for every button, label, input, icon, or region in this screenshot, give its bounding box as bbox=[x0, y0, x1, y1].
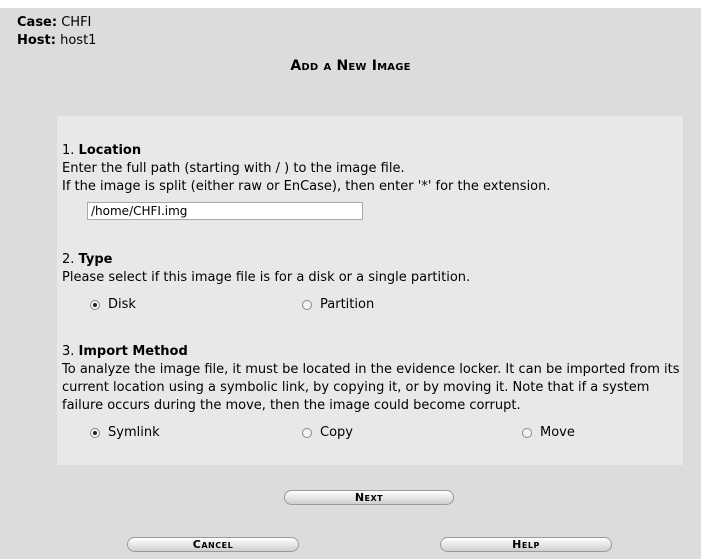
import-number: 3. bbox=[62, 344, 75, 359]
form-panel: 1. Location Enter the full path (startin… bbox=[57, 116, 683, 465]
type-number: 2. bbox=[62, 252, 75, 267]
host-value: host1 bbox=[60, 33, 97, 48]
type-title: Type bbox=[78, 252, 113, 267]
type-description: Please select if this image file is for … bbox=[62, 270, 471, 285]
radio-icon[interactable] bbox=[302, 299, 312, 310]
radio-icon[interactable] bbox=[302, 427, 312, 438]
type-option-label: Disk bbox=[108, 297, 136, 312]
host-label: Host: bbox=[17, 33, 56, 48]
host-line: Host: host1 bbox=[17, 32, 96, 50]
radio-icon[interactable] bbox=[522, 427, 532, 438]
help-button[interactable]: Help bbox=[440, 537, 612, 552]
radio-icon[interactable] bbox=[90, 427, 100, 438]
case-label: Case: bbox=[17, 15, 58, 30]
import-option-label: Move bbox=[540, 425, 575, 440]
location-line1: Enter the full path (starting with / ) t… bbox=[62, 161, 405, 176]
import-option-copy[interactable]: Copy bbox=[302, 425, 353, 440]
location-number: 1. bbox=[62, 143, 75, 158]
top-strip bbox=[0, 0, 701, 8]
location-line2: If the image is split (either raw or EnC… bbox=[62, 179, 551, 194]
import-heading: 3. Import Method bbox=[62, 344, 188, 359]
cancel-button[interactable]: Cancel bbox=[127, 537, 299, 552]
next-button[interactable]: Next bbox=[284, 490, 454, 505]
import-option-move[interactable]: Move bbox=[522, 425, 575, 440]
import-option-symlink[interactable]: Symlink bbox=[90, 425, 160, 440]
import-line3: failure occurs during the move, then the… bbox=[62, 398, 521, 413]
case-line: Case: CHFI bbox=[17, 14, 96, 32]
type-option-partition[interactable]: Partition bbox=[302, 297, 374, 312]
location-title: Location bbox=[78, 143, 142, 158]
location-heading: 1. Location bbox=[62, 143, 141, 158]
case-value: CHFI bbox=[61, 15, 92, 30]
page-title: Add a New Image bbox=[290, 58, 411, 74]
type-heading: 2. Type bbox=[62, 252, 112, 267]
import-option-label: Copy bbox=[320, 425, 353, 440]
image-path-input[interactable] bbox=[87, 202, 363, 220]
type-option-disk[interactable]: Disk bbox=[90, 297, 136, 312]
import-line2: current location using a symbolic link, … bbox=[62, 380, 650, 395]
type-option-label: Partition bbox=[320, 297, 375, 312]
import-title: Import Method bbox=[78, 344, 188, 359]
radio-icon[interactable] bbox=[90, 299, 100, 310]
import-option-label: Symlink bbox=[108, 425, 160, 440]
import-line1: To analyze the image file, it must be lo… bbox=[62, 362, 680, 377]
case-info: Case: CHFI Host: host1 bbox=[17, 14, 96, 50]
